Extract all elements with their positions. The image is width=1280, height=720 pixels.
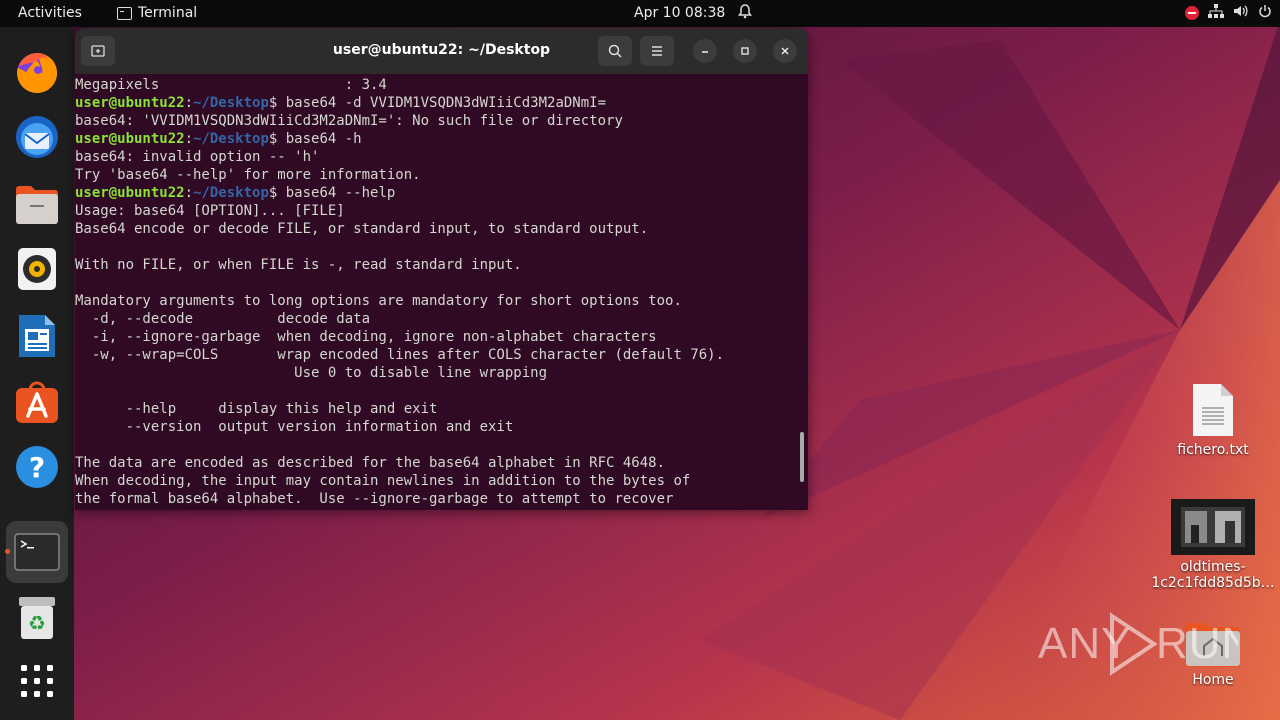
text-file-icon	[1193, 384, 1233, 436]
output-line: --version output version information and…	[75, 419, 514, 435]
maximize-button[interactable]	[733, 39, 757, 63]
output-line: -w, --wrap=COLS wrap encoded lines after…	[75, 347, 725, 363]
svg-text:ANY: ANY	[1038, 619, 1131, 668]
help-icon: ?	[16, 446, 58, 488]
dock-terminal[interactable]	[6, 521, 68, 583]
output-line: The data are encoded as described for th…	[75, 455, 666, 471]
output-line: Base64 encode or decode FILE, or standar…	[75, 221, 649, 237]
hamburger-icon	[652, 46, 662, 56]
dock-libreoffice-writer[interactable]	[11, 310, 63, 362]
terminal-icon	[117, 6, 132, 20]
desktop-file-fichero[interactable]: fichero.txt	[1168, 382, 1258, 458]
command-text: $ base64 --help	[268, 185, 396, 201]
firefox-icon	[17, 52, 58, 93]
terminal-window[interactable]: user@ubuntu22: ~/Desktop Megapixels : 3.…	[75, 28, 808, 510]
output-line: Try 'base64 --help' for more information…	[75, 167, 421, 183]
dock-firefox[interactable]	[11, 47, 63, 99]
output-line: --help display this help and exit	[75, 401, 438, 417]
dock-help[interactable]: ?	[11, 441, 63, 493]
output-line: Mandatory arguments to long options are …	[75, 293, 682, 309]
anyrun-logo: ANY RUN	[1038, 612, 1253, 676]
video-thumbnail-icon	[1171, 499, 1255, 555]
writer-icon	[19, 315, 55, 357]
search-button[interactable]	[598, 36, 632, 66]
dock-trash[interactable]: ♻	[11, 592, 63, 644]
terminal-app-icon	[14, 533, 60, 571]
desktop-file-label: fichero.txt	[1177, 442, 1249, 458]
prompt-user: user@ubuntu22	[75, 131, 185, 147]
app-menu[interactable]: Terminal	[117, 5, 197, 21]
prompt-user: user@ubuntu22	[75, 95, 185, 111]
files-icon	[16, 186, 58, 224]
anyrun-watermark: ANY RUN	[1038, 612, 1253, 687]
prompt-separator: :	[184, 131, 194, 147]
dock-files[interactable]	[11, 178, 63, 230]
dock: ? ♻	[0, 27, 74, 720]
output-line: base64: invalid option -- 'h'	[75, 149, 320, 165]
prompt-path: ~/Desktop	[193, 131, 269, 147]
system-tray[interactable]	[1185, 4, 1272, 22]
activities-button[interactable]: Activities	[18, 5, 82, 21]
app-grid-icon	[21, 665, 53, 697]
thunderbird-icon	[16, 116, 58, 158]
rhythmbox-icon	[18, 248, 56, 290]
svg-text:RUN: RUN	[1156, 619, 1238, 668]
volume-icon	[1233, 4, 1249, 22]
terminal-output[interactable]: Megapixels : 3.4 user@ubuntu22:~/Desktop…	[75, 76, 800, 508]
svg-text:?: ?	[29, 451, 45, 484]
search-icon	[608, 44, 622, 58]
desktop-file-label: oldtimes-	[1180, 559, 1246, 575]
command-text: $ base64 -d VVIDM1VSQDN3dWIiiCd3M2aDNmI=	[268, 95, 607, 111]
output-line: Usage: base64 [OPTION]... [FILE]	[75, 203, 345, 219]
prompt-user: user@ubuntu22	[75, 185, 185, 201]
output-line: the formal base64 alphabet. Use --ignore…	[75, 491, 674, 507]
show-applications-button[interactable]	[11, 655, 63, 707]
output-line: Use 0 to disable line wrapping	[75, 365, 548, 381]
menu-button[interactable]	[640, 36, 674, 66]
top-bar: Activities Terminal Apr 10 08:38	[0, 0, 1280, 27]
output-line: -d, --decode decode data	[75, 311, 371, 327]
prompt-path: ~/Desktop	[193, 95, 269, 111]
minimize-button[interactable]	[693, 39, 717, 63]
power-icon	[1258, 4, 1272, 22]
dock-thunderbird[interactable]	[11, 111, 63, 163]
output-line: base64: 'VVIDM1VSQDN3dWIiiCd3M2aDNmI=': …	[75, 113, 623, 129]
output-line: With no FILE, or when FILE is -, read st…	[75, 257, 522, 273]
desktop-file-oldtimes[interactable]: oldtimes- 1c2c1fdd85d5b…	[1148, 499, 1278, 591]
prompt-separator: :	[184, 185, 194, 201]
output-line: When decoding, the input may contain new…	[75, 473, 691, 489]
minimize-icon	[702, 51, 708, 53]
close-icon	[781, 47, 789, 55]
network-icon	[1208, 4, 1224, 22]
notification-bell-icon[interactable]	[738, 4, 752, 23]
svg-text:♻: ♻	[28, 611, 46, 635]
dock-ubuntu-software[interactable]	[11, 376, 63, 428]
prompt-separator: :	[184, 95, 194, 111]
maximize-icon	[741, 47, 749, 55]
output-line: -i, --ignore-garbage when decoding, igno…	[75, 329, 657, 345]
desktop-file-label: 1c2c1fdd85d5b…	[1151, 575, 1275, 591]
scrollbar[interactable]	[800, 432, 804, 482]
software-store-icon	[16, 381, 58, 423]
command-text: $ base64 -h	[268, 131, 362, 147]
terminal-titlebar[interactable]: user@ubuntu22: ~/Desktop	[75, 28, 808, 74]
do-not-disturb-icon[interactable]	[1185, 6, 1199, 20]
close-button[interactable]	[773, 39, 797, 63]
running-indicator	[5, 549, 10, 554]
trash-icon: ♻	[19, 597, 55, 639]
output-line: Megapixels : 3.4	[75, 77, 387, 93]
clock[interactable]: Apr 10 08:38	[634, 5, 725, 21]
dock-rhythmbox[interactable]	[11, 243, 63, 295]
prompt-path: ~/Desktop	[193, 185, 269, 201]
app-menu-label: Terminal	[138, 5, 198, 21]
